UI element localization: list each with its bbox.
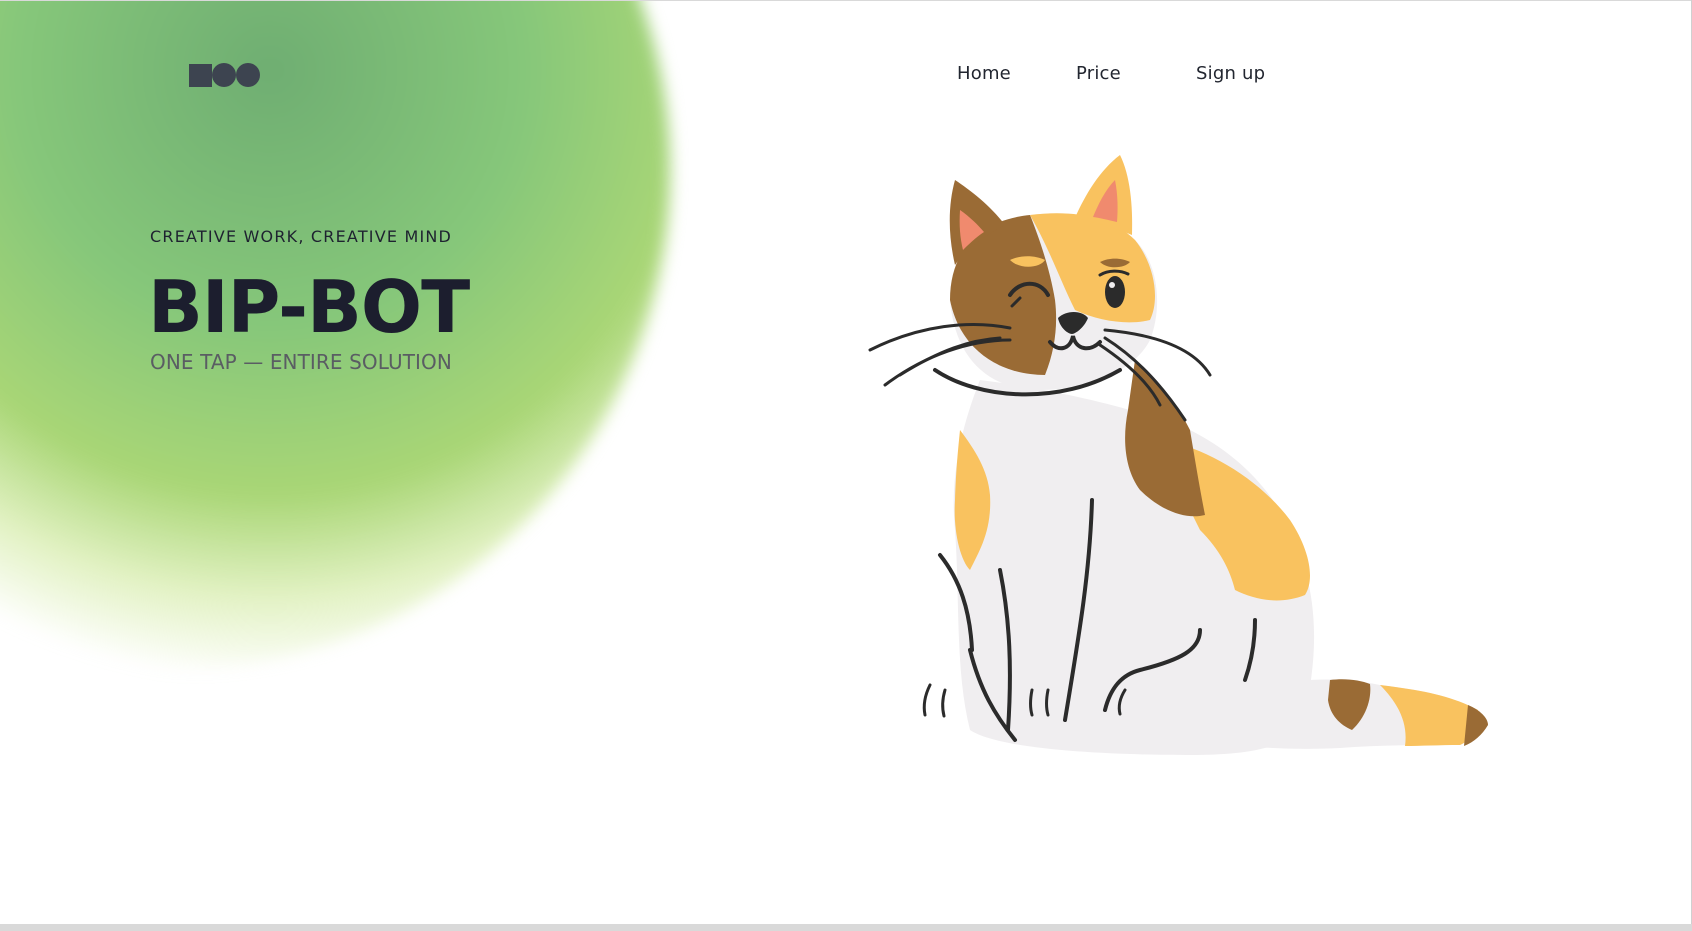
nav-price-link[interactable]: Price [1076, 63, 1121, 84]
landing-page: Home Price Sign up CREATIVE WORK, CREATI… [0, 0, 1692, 931]
hero-subtitle: ONE TAP — ENTIRE SOLUTION [150, 350, 452, 374]
cat-paw-line [922, 683, 932, 717]
calico-cat-illustration [868, 155, 1488, 755]
bottom-edge [0, 924, 1692, 931]
hero-tagline: CREATIVE WORK, CREATIVE MIND [150, 227, 453, 246]
top-nav: Home Price Sign up [0, 63, 1692, 87]
cat-paw-line [1045, 688, 1050, 717]
cat-open-eye [1105, 276, 1125, 308]
cat-paw-line [941, 688, 947, 718]
cat-paw-line [1029, 688, 1034, 717]
nav-home-link[interactable]: Home [957, 63, 1011, 84]
nav-signup-link[interactable]: Sign up [1196, 63, 1265, 84]
cat-open-eye-highlight [1109, 282, 1115, 288]
top-divider [0, 0, 1692, 1]
cat-tail-tip [1464, 705, 1488, 746]
hero-title: BIP-BOT [148, 265, 470, 349]
